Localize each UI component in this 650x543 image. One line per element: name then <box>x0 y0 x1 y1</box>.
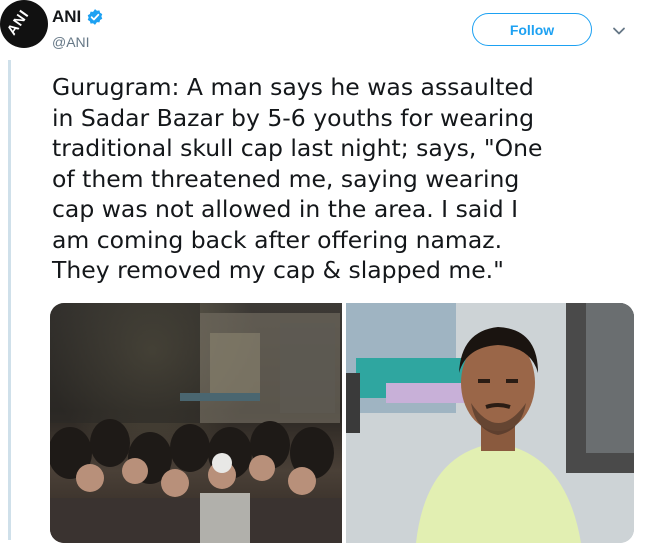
crowd-scene-illustration <box>50 303 342 543</box>
account-name[interactable]: ANI <box>52 7 81 27</box>
media-photo-man[interactable] <box>346 303 634 543</box>
avatar[interactable]: ANI <box>0 0 48 48</box>
account-handle[interactable]: @ANI <box>52 34 90 50</box>
man-portrait-illustration <box>346 303 634 543</box>
media-photo-crowd[interactable] <box>50 303 342 543</box>
verified-badge-icon <box>88 9 103 25</box>
thread-line <box>8 60 11 540</box>
tweet-text: Gurugram: A man says he was assaulted in… <box>52 73 543 284</box>
avatar-logo-text: ANI <box>3 6 32 38</box>
follow-button[interactable]: Follow <box>472 13 592 46</box>
account-name-row: ANI <box>52 7 104 27</box>
tweet-media[interactable] <box>50 303 634 543</box>
chevron-down-icon[interactable] <box>612 24 626 38</box>
